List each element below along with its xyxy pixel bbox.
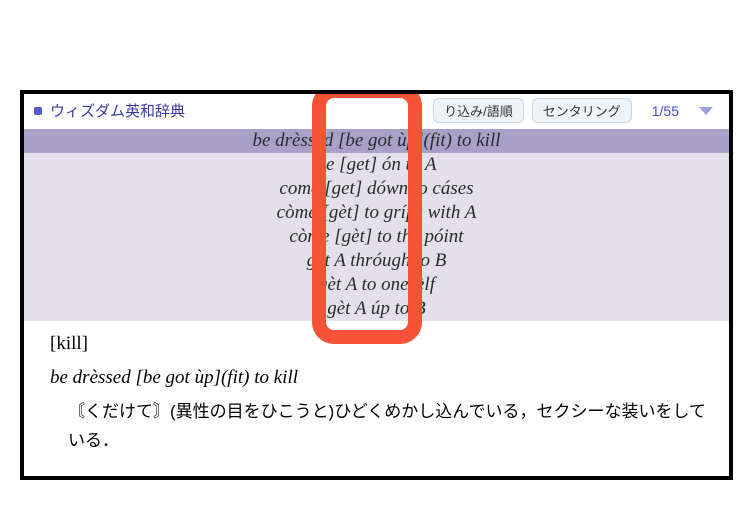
list-item[interactable]: be drèssed [be got ùp](fit) to kill — [24, 129, 729, 153]
results-list: be drèssed [be got ùp](fit) to kill be [… — [24, 129, 729, 321]
page-indicator: 1/55 — [640, 103, 691, 119]
centering-button[interactable]: センタリング — [532, 98, 632, 123]
list-item[interactable]: còme [gèt] to gríps with A — [24, 201, 729, 225]
entry-definition: 〘くだけて〙(異性の目をひこうと)ひどくめかし込んでいる，セクシーな装いをしてい… — [50, 398, 711, 456]
entry-headword: be drèssed [be got ùp](fit) to kill — [50, 363, 711, 393]
list-item[interactable]: come [get] dówn to cáses — [24, 177, 729, 201]
filter-order-button[interactable]: り込み/語順 — [433, 98, 524, 123]
entry-detail: [kill] be drèssed [be got ùp](fit) to ki… — [24, 321, 729, 466]
dropdown-caret-icon[interactable] — [699, 107, 713, 115]
header-bar: ウィズダム英和辞典 り込み/語順 センタリング 1/55 — [24, 94, 729, 129]
list-item[interactable]: gèt A to onesèlf — [24, 273, 729, 297]
list-item[interactable]: gèt A thróugh to B — [24, 249, 729, 273]
entry-bracket: [kill] — [50, 329, 711, 359]
list-item[interactable]: be [get] ón to A — [24, 153, 729, 177]
list-item[interactable]: gèt A úp to B — [24, 297, 729, 321]
menu-icon[interactable] — [34, 107, 42, 115]
dictionary-window: ウィズダム英和辞典 り込み/語順 センタリング 1/55 be drèssed … — [20, 90, 733, 480]
list-item[interactable]: còme [gèt] to the póint — [24, 225, 729, 249]
dictionary-title: ウィズダム英和辞典 — [50, 100, 185, 121]
